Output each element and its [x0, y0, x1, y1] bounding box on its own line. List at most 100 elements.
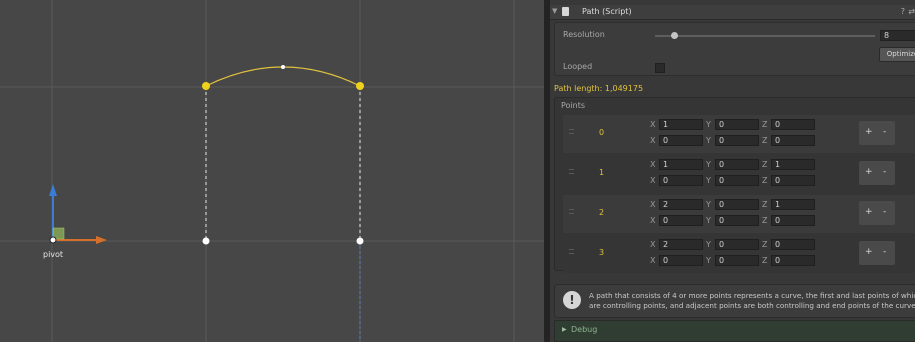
x-axis-arrow-icon — [96, 236, 107, 244]
axis-label-x: X — [650, 256, 656, 265]
position-z-field[interactable]: 1 — [771, 199, 815, 210]
axis-label-z: Z — [762, 176, 768, 185]
position-z-field[interactable]: 1 — [771, 159, 815, 170]
debug-label: Debug — [571, 325, 598, 334]
add-point-button[interactable]: + — [865, 127, 873, 137]
tangent-z-field[interactable]: 0 — [771, 175, 815, 186]
position-y-field[interactable]: 0 — [715, 119, 759, 130]
scene-canvas[interactable] — [0, 0, 544, 342]
looped-checkbox[interactable] — [655, 63, 665, 73]
end-point-3 — [356, 237, 364, 245]
axis-label-z: Z — [762, 240, 768, 249]
axis-label-y: Y — [706, 216, 711, 225]
points-title: Points — [561, 101, 586, 110]
add-point-button[interactable]: + — [865, 167, 873, 177]
expand-arrow-icon[interactable]: ▶ — [562, 326, 567, 333]
tangent-z-field[interactable]: 0 — [771, 255, 815, 266]
position-x-field[interactable]: 2 — [659, 239, 703, 250]
tangent-y-field[interactable]: 0 — [715, 215, 759, 226]
tangent-z-field[interactable]: 0 — [771, 215, 815, 226]
position-z-field[interactable]: 0 — [771, 119, 815, 130]
add-remove-buttons: + - — [859, 121, 895, 145]
remove-point-button[interactable]: - — [883, 247, 886, 257]
inspector-panel: ▼ Path (Script) ? ⇄ Resolution 8 Optimiz… — [550, 0, 915, 342]
axis-label-y: Y — [706, 240, 711, 249]
axis-label-y: Y — [706, 176, 711, 185]
position-y-field[interactable]: 0 — [715, 239, 759, 250]
looped-label: Looped — [563, 62, 593, 71]
info-help-box: ! A path that consists of 4 or more poin… — [554, 284, 915, 318]
path-curve — [205, 66, 361, 87]
control-point-2 — [356, 82, 364, 90]
point-row[interactable]: 2 X2 Y0 Z1 X0 Y0 Z0 + - — [563, 195, 915, 233]
axis-label-z: Z — [762, 216, 768, 225]
drag-handle-icon[interactable] — [569, 249, 574, 254]
point-row[interactable]: 1 X1 Y0 Z1 X0 Y0 Z0 + - — [563, 155, 915, 193]
path-length-label: Path length: 1,049175 — [554, 84, 644, 93]
add-remove-buttons: + - — [859, 241, 895, 265]
preset-icon[interactable]: ⇄ — [908, 7, 915, 16]
tangent-y-field[interactable]: 0 — [715, 135, 759, 146]
tangent-y-field[interactable]: 0 — [715, 255, 759, 266]
resolution-field[interactable]: 8 — [880, 30, 915, 41]
resolution-slider[interactable] — [655, 35, 875, 37]
add-remove-buttons: + - — [859, 161, 895, 185]
info-icon: ! — [563, 291, 581, 309]
point-index: 2 — [599, 208, 605, 217]
position-x-field[interactable]: 2 — [659, 199, 703, 210]
pivot-label: pivot — [43, 250, 64, 259]
axis-label-y: Y — [706, 160, 711, 169]
add-point-button[interactable]: + — [865, 247, 873, 257]
component-title: Path (Script) — [582, 7, 632, 16]
remove-point-button[interactable]: - — [883, 127, 886, 137]
tangent-x-field[interactable]: 0 — [659, 215, 703, 226]
axis-label-z: Z — [762, 120, 768, 129]
drag-handle-icon[interactable] — [569, 209, 574, 214]
tangent-x-field[interactable]: 0 — [659, 135, 703, 146]
axis-label-z: Z — [762, 160, 768, 169]
tangent-z-field[interactable]: 0 — [771, 135, 815, 146]
tangent-x-field[interactable]: 0 — [659, 255, 703, 266]
position-x-field[interactable]: 1 — [659, 119, 703, 130]
remove-point-button[interactable]: - — [883, 207, 886, 217]
axis-label-z: Z — [762, 200, 768, 209]
axis-label-x: X — [650, 176, 656, 185]
position-y-field[interactable]: 0 — [715, 159, 759, 170]
axis-label-y: Y — [706, 120, 711, 129]
optimize-button[interactable]: Optimize — [879, 47, 915, 62]
question-icon[interactable]: ? — [901, 7, 905, 16]
point-index: 1 — [599, 168, 605, 177]
axis-label-y: Y — [706, 136, 711, 145]
remove-point-button[interactable]: - — [883, 167, 886, 177]
point-row[interactable]: 3 X2 Y0 Z0 X0 Y0 Z0 + - — [563, 235, 915, 273]
scene-view[interactable]: pivot — [0, 0, 544, 342]
add-remove-buttons: + - — [859, 201, 895, 225]
axis-label-x: X — [650, 216, 656, 225]
add-point-button[interactable]: + — [865, 207, 873, 217]
y-axis-arrow-icon — [49, 184, 57, 196]
axis-label-z: Z — [762, 136, 768, 145]
point-row[interactable]: 0 X1 Y0 Z0 X0 Y0 Z0 + - — [563, 115, 915, 153]
debug-foldout[interactable]: ▶ Debug — [554, 320, 915, 342]
axis-label-y: Y — [706, 256, 711, 265]
end-point-0 — [202, 237, 210, 245]
component-header[interactable]: ▼ Path (Script) ? ⇄ — [550, 5, 915, 20]
collapse-arrow-icon[interactable]: ▼ — [552, 7, 557, 15]
position-z-field[interactable]: 0 — [771, 239, 815, 250]
pivot-handle — [49, 236, 57, 244]
point-index: 0 — [599, 128, 605, 137]
position-x-field[interactable]: 1 — [659, 159, 703, 170]
tangent-x-field[interactable]: 0 — [659, 175, 703, 186]
settings-box: Resolution 8 Optimize Looped — [554, 22, 915, 76]
drag-handle-icon[interactable] — [569, 169, 574, 174]
axis-label-x: X — [650, 160, 656, 169]
curve-mid-point — [281, 65, 285, 69]
drag-handle-icon[interactable] — [569, 129, 574, 134]
tangent-y-field[interactable]: 0 — [715, 175, 759, 186]
position-y-field[interactable]: 0 — [715, 199, 759, 210]
resolution-slider-thumb[interactable] — [671, 32, 678, 39]
info-text: A path that consists of 4 or more points… — [589, 291, 915, 310]
axis-label-x: X — [650, 240, 656, 249]
control-point-1 — [202, 82, 210, 90]
axis-label-x: X — [650, 120, 656, 129]
